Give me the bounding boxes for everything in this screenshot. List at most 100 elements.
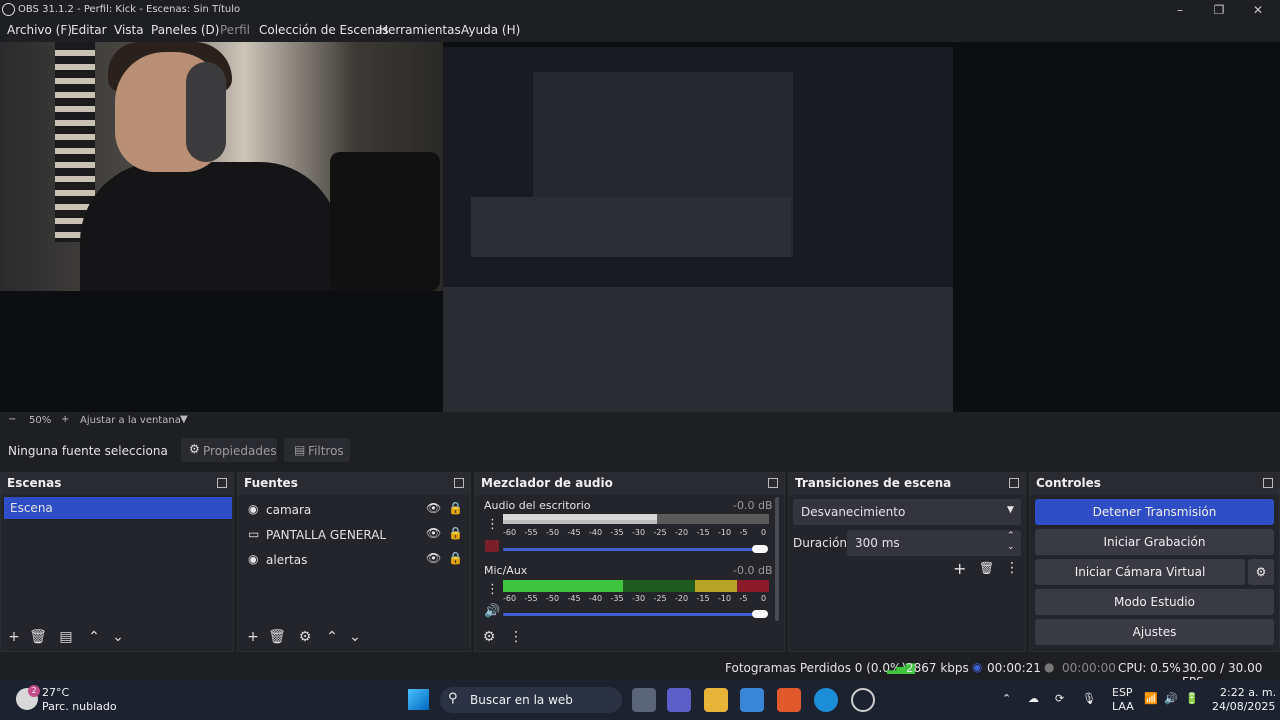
eye-icon[interactable]: 👁 — [426, 551, 441, 565]
menu-editar[interactable]: Editar — [71, 23, 107, 37]
speaker-icon[interactable]: 🔊 — [1164, 692, 1178, 705]
trash-icon[interactable]: 🗑 — [268, 629, 286, 645]
start-virtual-camera-button[interactable]: Iniciar Cámara Virtual — [1035, 559, 1245, 585]
menu-dots-icon[interactable]: ⋮ — [486, 517, 499, 532]
volume-slider[interactable] — [503, 548, 761, 551]
popout-icon[interactable] — [1009, 478, 1019, 488]
sync-icon[interactable]: ⟳ — [1055, 692, 1064, 705]
scrollbar[interactable] — [775, 497, 779, 621]
meter-tick-label: -60 — [503, 528, 517, 537]
speaker-icon[interactable]: 🔊 — [484, 604, 500, 619]
language-layout[interactable]: LAA — [1112, 700, 1134, 713]
zoom-mode[interactable]: Ajustar a la ventana — [80, 415, 181, 426]
transitions-title: Transiciones de escena — [795, 476, 952, 490]
zoom-out-button[interactable]: − — [8, 414, 16, 425]
filter-icon[interactable]: ▤ — [57, 629, 75, 645]
menu-coleccion[interactable]: Colección de Escenas — [259, 23, 389, 37]
menu-ayuda[interactable]: Ayuda (H) — [461, 23, 520, 37]
onedrive-icon[interactable]: ☁ — [1028, 692, 1039, 705]
chevron-down-icon[interactable]: ▼ — [180, 414, 188, 425]
eye-icon[interactable]: 👁 — [426, 526, 441, 540]
microphone-icon[interactable]: 🎙 — [1082, 692, 1096, 705]
meter-tick-label: -5 — [739, 594, 748, 603]
maximize-icon[interactable]: ❐ — [1211, 2, 1227, 18]
chevron-up-icon[interactable]: ⌃ — [1007, 531, 1015, 541]
meter-tick-label: -55 — [524, 594, 538, 603]
windows-start-icon[interactable] — [408, 689, 429, 710]
task-view-icon[interactable] — [632, 688, 656, 712]
audio-meter — [503, 520, 769, 524]
meter-tick-label: -40 — [589, 594, 603, 603]
menu-dots-icon[interactable]: ⋮ — [1005, 560, 1019, 576]
file-explorer-icon[interactable] — [704, 688, 728, 712]
menu-archivo[interactable]: Archivo (F) — [7, 23, 72, 37]
chevron-up-icon[interactable]: ⌃ — [1002, 692, 1011, 705]
scene-item[interactable]: Escena — [4, 497, 232, 519]
clock-date[interactable]: 24/08/2025 — [1212, 700, 1275, 713]
trash-icon[interactable]: 🗑 — [29, 629, 47, 645]
chevron-up-icon[interactable]: ⌃ — [85, 629, 103, 645]
volume-knob[interactable] — [752, 610, 768, 618]
obs-icon[interactable] — [851, 688, 875, 712]
language-code[interactable]: ESP — [1112, 686, 1133, 699]
popout-icon[interactable] — [768, 478, 778, 488]
menu-dots-icon[interactable]: ⋮ — [486, 582, 499, 597]
minimize-icon[interactable]: – — [1172, 2, 1188, 18]
lock-icon[interactable]: 🔒 — [448, 551, 463, 565]
popout-icon[interactable] — [217, 478, 227, 488]
window-title: OBS 31.1.2 - Perfil: Kick - Escenas: Sin… — [18, 4, 241, 15]
add-icon[interactable]: + — [244, 629, 262, 645]
menu-vista[interactable]: Vista — [114, 23, 144, 37]
menu-herramientas[interactable]: Herramientas — [379, 23, 461, 37]
menu-paneles[interactable]: Paneles (D) — [151, 23, 219, 37]
chevron-down-icon[interactable]: ⌄ — [109, 629, 127, 645]
transition-select[interactable]: Desvanecimiento ▼ — [793, 499, 1021, 525]
add-icon[interactable]: + — [953, 559, 966, 578]
store-icon[interactable] — [740, 688, 764, 712]
gear-icon[interactable]: ⚙ — [1248, 559, 1274, 585]
start-recording-button[interactable]: Iniciar Grabación — [1035, 529, 1274, 555]
menu-perfil[interactable]: Perfil — [220, 23, 250, 37]
properties-button[interactable]: ⚙ Propiedades — [181, 438, 277, 462]
brave-icon[interactable] — [777, 688, 801, 712]
meter-tick-label: -15 — [696, 594, 710, 603]
lock-icon[interactable]: 🔒 — [448, 501, 463, 515]
record-time: 00:00:00 — [1062, 661, 1116, 675]
duration-input[interactable]: 300 ms ⌃ ⌄ — [847, 530, 1021, 556]
volume-knob[interactable] — [752, 545, 768, 553]
list-item[interactable]: ▭ PANTALLA GENERAL 👁 🔒 — [238, 523, 470, 547]
filters-button[interactable]: ▤ Filtros — [284, 438, 350, 462]
add-icon[interactable]: + — [5, 629, 23, 645]
battery-icon[interactable]: 🔋 — [1185, 692, 1199, 705]
popout-icon[interactable] — [454, 478, 464, 488]
stop-stream-button[interactable]: Detener Transmisión — [1035, 499, 1274, 525]
mute-icon[interactable] — [485, 540, 499, 552]
list-item[interactable]: ◉ alertas 👁 🔒 — [238, 548, 470, 572]
bitrate: 2867 kbps — [906, 661, 969, 675]
studio-mode-button[interactable]: Modo Estudio — [1035, 589, 1274, 615]
volume-slider[interactable] — [503, 613, 761, 616]
clock-time[interactable]: 2:22 a. m. — [1220, 686, 1276, 699]
wifi-icon[interactable]: 📶 — [1144, 692, 1158, 705]
search-bar[interactable]: ⚲ Buscar en la web — [440, 687, 622, 713]
chevron-down-icon[interactable]: ⌄ — [1007, 542, 1015, 552]
duration-label: Duración — [793, 536, 848, 550]
lock-icon[interactable]: 🔒 — [448, 526, 463, 540]
teams-icon[interactable] — [667, 688, 691, 712]
channel-db: -0.0 dB — [733, 499, 773, 512]
chevron-down-icon[interactable]: ⌄ — [346, 629, 364, 645]
popout-icon[interactable] — [1263, 478, 1273, 488]
close-icon[interactable]: ✕ — [1250, 2, 1266, 18]
zoom-in-button[interactable]: + — [61, 414, 69, 425]
meter-tick-label: -15 — [696, 528, 710, 537]
trash-icon[interactable]: 🗑 — [979, 561, 994, 575]
gear-icon[interactable]: ⚙ — [296, 629, 314, 645]
edge-icon[interactable] — [814, 688, 838, 712]
eye-icon[interactable]: 👁 — [426, 501, 441, 515]
obs-logo-icon — [2, 3, 15, 16]
gear-icon[interactable]: ⚙ — [480, 629, 498, 645]
chevron-up-icon[interactable]: ⌃ — [323, 629, 341, 645]
list-item[interactable]: ◉ camara 👁 🔒 — [238, 498, 470, 522]
menu-dots-icon[interactable]: ⋮ — [507, 629, 525, 645]
settings-button[interactable]: Ajustes — [1035, 619, 1274, 645]
